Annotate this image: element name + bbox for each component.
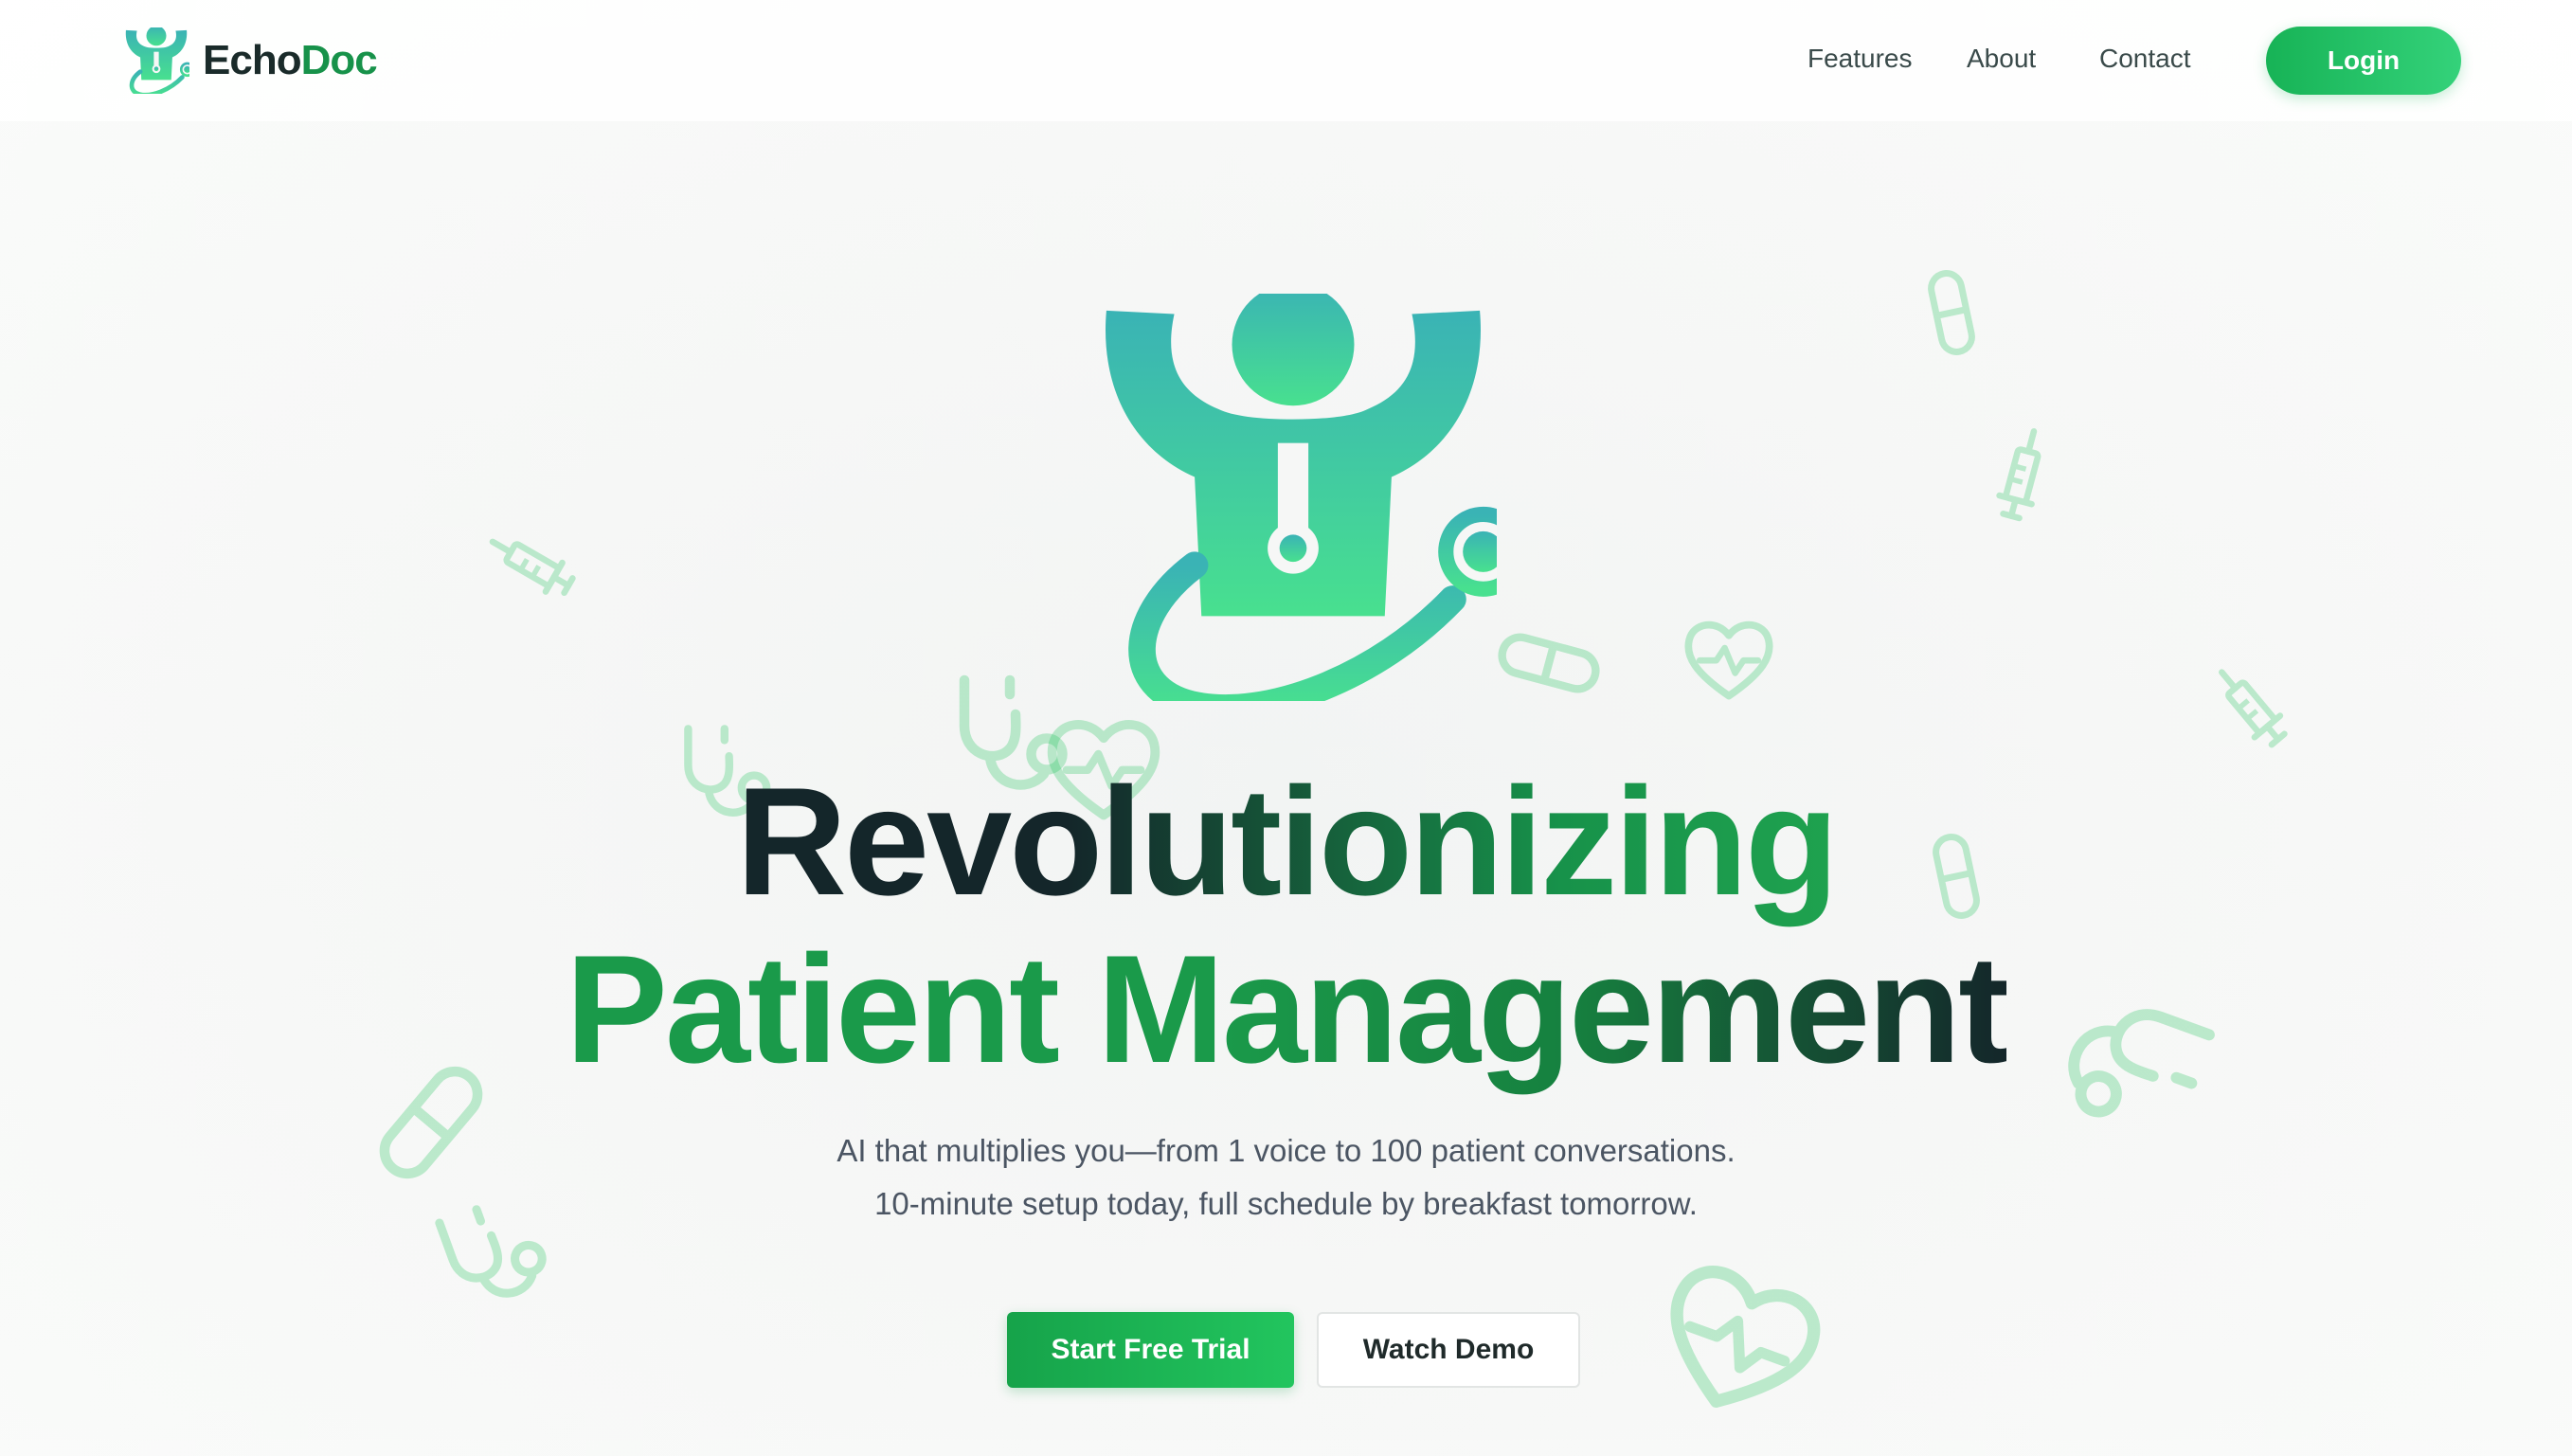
hero-subtitle-line1: AI that multiplies you—from 1 voice to 1… [836,1133,1736,1168]
pill-icon [1894,247,2010,378]
hero-subtitle-line2: 10-minute setup today, full schedule by … [874,1186,1698,1221]
hero-doctor-stethoscope-icon [1089,294,1497,701]
syringe-icon [459,493,602,635]
hero-title-line2: Patient Management [0,933,2572,1087]
brand-name: EchoDoc [203,37,378,83]
nav-link-features[interactable]: Features [1808,45,1913,72]
hero-title-text-2: Patient Management [565,924,2009,1095]
heart-pulse-icon [1677,606,1781,710]
top-navbar: EchoDoc Features About Contact Login [0,0,2572,121]
watch-demo-button[interactable]: Watch Demo [1317,1312,1580,1388]
brand-name-doc: Doc [300,37,378,83]
nav-link-about[interactable]: About [1967,45,2036,72]
start-free-trial-button[interactable]: Start Free Trial [1007,1312,1294,1388]
brand-logo[interactable]: EchoDoc [123,25,378,97]
syringe-icon [2170,625,2329,786]
hero-title-line1: Revolutionizing [0,765,2572,919]
hero-title-text-1: Revolutionizing [736,756,1839,927]
doctor-stethoscope-icon [123,27,189,94]
syringe-icon [1955,396,2090,551]
nav-link-contact[interactable]: Contact [2099,45,2191,72]
pill-icon [1478,589,1620,738]
brand-name-echo: Echo [203,37,302,83]
heart-pulse-icon [1623,1225,1854,1456]
login-button[interactable]: Login [2266,27,2461,95]
